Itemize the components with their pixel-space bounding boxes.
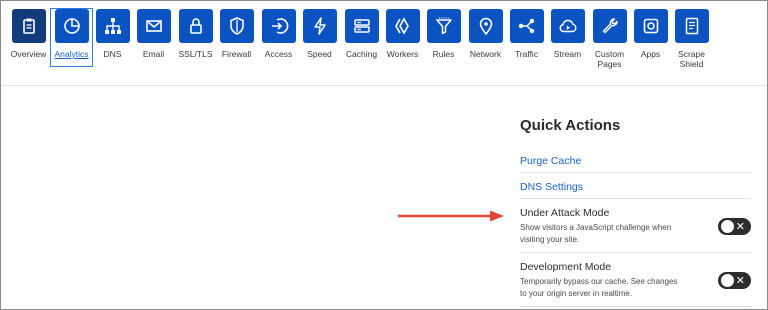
annotation-arrow-icon — [398, 210, 504, 222]
under-attack-mode-row: Under Attack Mode Show visitors a JavaSc… — [520, 199, 751, 253]
nav-item-overview[interactable]: Overview — [8, 9, 49, 59]
document-icon — [674, 9, 709, 43]
nav-item-firewall[interactable]: Firewall — [216, 9, 257, 59]
nav-label-apps: Apps — [640, 49, 661, 59]
nav-label-email: Email — [142, 49, 165, 59]
dns-settings-row: DNS Settings — [520, 173, 751, 199]
dns-settings-link[interactable]: DNS Settings — [520, 173, 751, 193]
nav-item-email[interactable]: Email — [133, 9, 174, 59]
nav-item-caching[interactable]: Caching — [341, 9, 382, 59]
nav-label-traffic: Traffic — [514, 49, 539, 59]
network-tree-icon — [95, 9, 130, 43]
server-stack-icon — [344, 9, 379, 43]
cloud-play-icon — [550, 9, 585, 43]
nav-label-scrape-shield: Scrape Shield — [678, 49, 705, 69]
toggle-knob — [721, 220, 734, 233]
envelope-icon — [136, 9, 171, 43]
nav-label-dns: DNS — [103, 49, 122, 59]
top-navigation-bar: Overview Analytics DNS Email SSL/TLS Fir… — [1, 1, 767, 86]
nav-item-access[interactable]: Access — [258, 9, 299, 59]
nav-item-dns[interactable]: DNS — [92, 9, 133, 59]
nav-label-custom-pages: Custom Pages — [594, 49, 625, 69]
nav-label-caching: Caching — [345, 49, 378, 59]
nav-item-custom-pages[interactable]: Custom Pages — [589, 9, 630, 69]
nav-label-rules: Rules — [432, 49, 455, 59]
nav-label-ssl-tls: SSL/TLS — [178, 49, 213, 59]
lock-icon — [178, 9, 213, 43]
wrench-icon — [592, 9, 627, 43]
under-attack-mode-toggle[interactable]: ✕ — [718, 218, 751, 235]
purge-cache-row: Purge Cache — [520, 147, 751, 173]
share-nodes-icon — [509, 9, 544, 43]
close-x-icon: ✕ — [735, 274, 745, 287]
toggle-knob — [721, 274, 734, 287]
clipboard-icon — [11, 9, 46, 43]
nav-item-ssl-tls[interactable]: SSL/TLS — [175, 9, 216, 59]
nav-label-stream: Stream — [553, 49, 582, 59]
development-mode-description: Temporarily bypass our cache. See change… — [520, 277, 678, 298]
nav-label-workers: Workers — [386, 49, 419, 59]
nav-item-stream[interactable]: Stream — [547, 9, 588, 59]
nav-label-overview: Overview — [10, 49, 47, 59]
pie-chart-icon — [54, 9, 89, 43]
nav-label-speed: Speed — [307, 49, 332, 59]
quick-actions-title: Quick Actions — [520, 117, 621, 134]
workers-icon — [385, 9, 420, 43]
nav-item-network[interactable]: Network — [465, 9, 506, 59]
quick-actions-panel: Quick Actions Purge Cache DNS Settings U… — [520, 113, 751, 307]
nav-label-firewall: Firewall — [221, 49, 252, 59]
nav-item-scrape-shield[interactable]: Scrape Shield — [671, 9, 712, 69]
nav-label-network: Network — [469, 49, 502, 59]
nav-label-analytics: Analytics — [54, 49, 89, 59]
apps-icon — [633, 9, 668, 43]
shield-icon — [219, 9, 254, 43]
nav-item-speed[interactable]: Speed — [299, 9, 340, 59]
purge-cache-link[interactable]: Purge Cache — [520, 147, 751, 167]
development-mode-title: Development Mode — [520, 261, 612, 273]
under-attack-mode-title: Under Attack Mode — [520, 207, 610, 219]
location-pin-icon — [468, 9, 503, 43]
development-mode-toggle[interactable]: ✕ — [718, 272, 751, 289]
filter-icon — [426, 9, 461, 43]
lightning-icon — [302, 9, 337, 43]
nav-label-access: Access — [264, 49, 293, 59]
login-arrow-icon — [261, 9, 296, 43]
nav-item-apps[interactable]: Apps — [630, 9, 671, 59]
development-mode-row: Development Mode Temporarily bypass our … — [520, 253, 751, 307]
nav-item-rules[interactable]: Rules — [423, 9, 464, 59]
close-x-icon: ✕ — [735, 220, 745, 233]
under-attack-mode-description: Show visitors a JavaScript challenge whe… — [520, 223, 672, 244]
nav-item-traffic[interactable]: Traffic — [506, 9, 547, 59]
nav-item-workers[interactable]: Workers — [382, 9, 423, 59]
nav-item-analytics[interactable]: Analytics — [50, 8, 93, 67]
